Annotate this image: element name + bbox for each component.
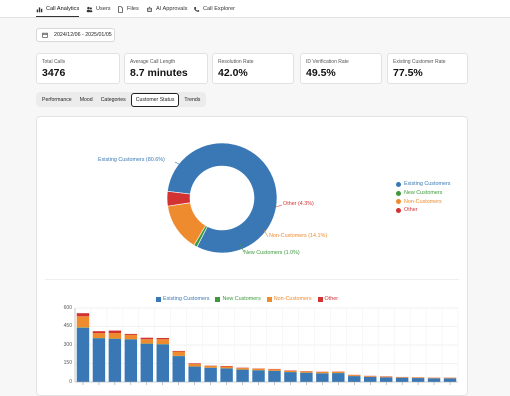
bar-segment-non-customers[interactable]	[125, 335, 137, 339]
bar-segment-other[interactable]	[141, 338, 153, 339]
bar-segment-other[interactable]	[188, 363, 200, 364]
bar-segment-existing-customers[interactable]	[220, 368, 232, 382]
bar-segment-existing-customers[interactable]	[364, 377, 376, 382]
bar-segment-non-customers[interactable]	[204, 366, 216, 368]
bar-segment-existing-customers[interactable]	[396, 378, 408, 382]
bar-segment-existing-customers[interactable]	[428, 378, 440, 382]
bar-segment-other[interactable]	[173, 351, 185, 352]
bar-segment-other[interactable]	[157, 338, 169, 339]
bar-segment-non-customers[interactable]	[396, 377, 408, 378]
bar-segment-non-customers[interactable]	[93, 333, 105, 338]
bar-segment-non-customers[interactable]	[428, 378, 440, 379]
bar-segment-non-customers[interactable]	[268, 369, 280, 370]
bar-segment-other[interactable]	[77, 313, 89, 316]
bar-segment-other[interactable]	[109, 331, 121, 333]
bar-segment-existing-customers[interactable]	[77, 328, 89, 382]
bar-segment-existing-customers[interactable]	[109, 339, 121, 382]
bar-segment-non-customers[interactable]	[157, 339, 169, 344]
bar-segment-non-customers[interactable]	[332, 372, 344, 373]
bar-segment-non-customers[interactable]	[109, 333, 121, 339]
bar-segment-non-customers[interactable]	[284, 371, 296, 372]
bar-segment-existing-customers[interactable]	[348, 376, 360, 382]
bar-segment-existing-customers[interactable]	[93, 338, 105, 382]
bar-segment-existing-customers[interactable]	[380, 377, 392, 382]
bar-segment-existing-customers[interactable]	[332, 373, 344, 382]
bar-segment-non-customers[interactable]	[412, 377, 424, 378]
bar-segment-non-customers[interactable]	[380, 377, 392, 378]
bar-segment-non-customers[interactable]	[188, 364, 200, 366]
bar-segment-existing-customers[interactable]	[284, 372, 296, 382]
bar-segment-existing-customers[interactable]	[236, 370, 248, 382]
bar-segment-non-customers[interactable]	[444, 378, 456, 379]
bar-segment-non-customers[interactable]	[316, 372, 328, 373]
bar-segment-non-customers[interactable]	[236, 368, 248, 369]
bar-segment-other[interactable]	[125, 334, 137, 335]
bar-segment-existing-customers[interactable]	[188, 367, 200, 382]
bar-segment-existing-customers[interactable]	[173, 356, 185, 382]
bar-segment-existing-customers[interactable]	[125, 339, 137, 382]
bar-segment-non-customers[interactable]	[348, 375, 360, 376]
bar-segment-non-customers[interactable]	[364, 376, 376, 377]
bar-segment-existing-customers[interactable]	[300, 373, 312, 382]
bar-segment-existing-customers[interactable]	[412, 378, 424, 382]
bar-segment-existing-customers[interactable]	[268, 371, 280, 382]
bar-segment-existing-customers[interactable]	[444, 378, 456, 382]
bar-segment-non-customers[interactable]	[300, 371, 312, 372]
bar-segment-non-customers[interactable]	[141, 339, 153, 343]
bar-segment-non-customers[interactable]	[220, 366, 232, 368]
bar-segment-existing-customers[interactable]	[141, 344, 153, 382]
bar-segment-non-customers[interactable]	[173, 352, 185, 356]
bar-segment-existing-customers[interactable]	[157, 344, 169, 382]
bar-segment-existing-customers[interactable]	[316, 373, 328, 382]
bar-segment-non-customers[interactable]	[252, 369, 264, 370]
customer-status-bar-chart	[0, 0, 510, 388]
bar-segment-other[interactable]	[93, 331, 105, 333]
bar-segment-non-customers[interactable]	[77, 316, 89, 327]
bar-segment-existing-customers[interactable]	[204, 368, 216, 382]
bar-segment-existing-customers[interactable]	[252, 370, 264, 382]
